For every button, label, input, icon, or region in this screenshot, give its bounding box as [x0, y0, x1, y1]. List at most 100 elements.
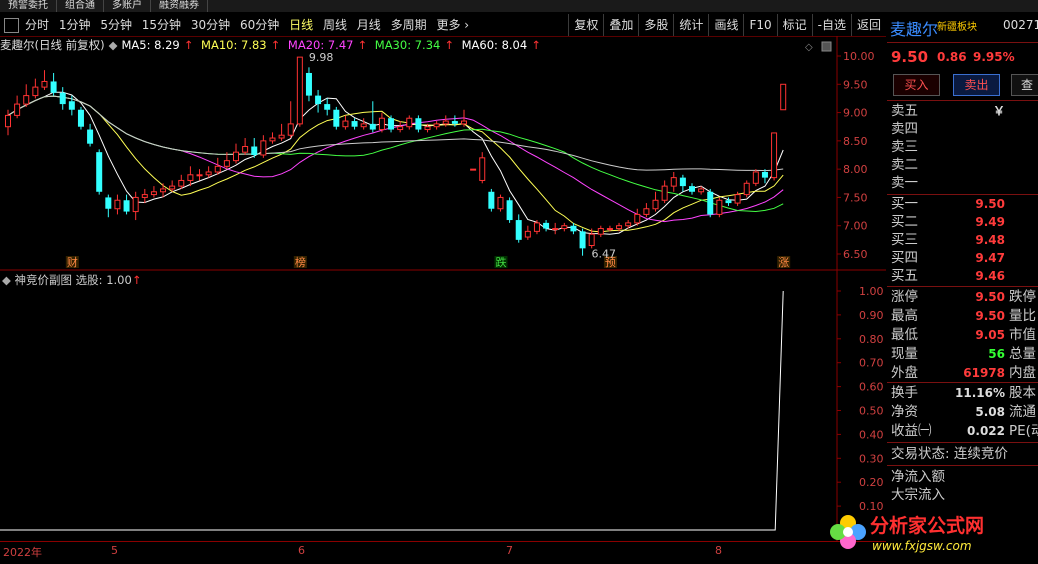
sub-toggle-icon[interactable]: ◆: [2, 273, 11, 287]
stat-row-right-label: 总量: [1009, 346, 1036, 362]
ma5-label: MA5: 8.29: [121, 38, 180, 52]
sub-axis: 1.000.900.800.700.600.500.400.300.200.10: [837, 285, 884, 513]
bid-row: 买五 9.46: [891, 267, 1005, 285]
candle-body: [716, 199, 723, 215]
sub-chart-header: ◆ 神竞价副图 选股: 1.00↑: [2, 272, 141, 288]
sub-tick-label: 0.20: [859, 476, 884, 489]
candle-body: [397, 126, 404, 131]
menu-margin[interactable]: 融资融券: [151, 0, 208, 12]
query-button[interactable]: 查: [1011, 74, 1038, 96]
candle-body: [351, 121, 358, 127]
tab-monthly[interactable]: 月线: [354, 14, 384, 36]
candle-body: [780, 83, 787, 111]
event-marker[interactable]: 财: [67, 255, 78, 269]
big-inflow-label: 大宗流入: [891, 487, 945, 503]
sub-tick-label: 0.60: [859, 381, 884, 394]
menu-alert-order[interactable]: 预警委托: [0, 0, 57, 12]
stock-block[interactable]: 新疆板块: [937, 18, 977, 33]
stat2-row: 净资 5.08 流通: [891, 403, 1036, 421]
candle-body: [698, 188, 705, 193]
candle-body: [543, 222, 550, 229]
tab-multi-period[interactable]: 多周期: [388, 14, 430, 36]
candle-body: [242, 146, 249, 153]
diamond-icon[interactable]: ◇: [805, 42, 813, 53]
ask-row-value: ￥: [992, 104, 1005, 118]
restore-rights-button[interactable]: 复权: [568, 14, 603, 36]
candle-body: [415, 118, 422, 130]
signal-path: [0, 290, 784, 531]
price-tick-label: 7.50: [843, 191, 868, 204]
candle-body: [114, 199, 121, 210]
kline-chart[interactable]: 10.00 9.50 9.00 8.50 8.00 7.50 7.00 6.50 1.00 0.…: [0, 36, 886, 541]
price-tick-label: 7.00: [843, 220, 868, 233]
candle-body: [616, 225, 623, 230]
candle-body: [169, 185, 176, 190]
multi-stock-button[interactable]: 多股: [638, 14, 673, 36]
tab-60min[interactable]: 60分钟: [237, 14, 282, 36]
logo-text: 分析家公式网: [870, 514, 984, 537]
ma30-label: MA30: 7.34: [374, 38, 441, 52]
ma10-label: MA10: 7.83: [201, 38, 267, 52]
chevron-icon[interactable]: ◆: [109, 38, 118, 52]
ask-row: 卖一: [891, 174, 918, 192]
bid-row-label: 买三: [891, 232, 918, 248]
panel-toggle-icon[interactable]: [4, 18, 19, 33]
candle-body: [14, 103, 21, 116]
candle-body: [251, 146, 258, 155]
ask-row-label: 卖二: [891, 157, 918, 173]
candle-body: [725, 200, 732, 204]
overlay-button[interactable]: 叠加: [603, 14, 638, 36]
f10-button[interactable]: F10: [743, 14, 776, 36]
tab-more[interactable]: 更多 ›: [433, 14, 472, 36]
candle-body: [287, 123, 294, 136]
tab-intraday[interactable]: 分时: [22, 14, 52, 36]
buy-button[interactable]: 买入: [893, 74, 940, 96]
tab-1min[interactable]: 1分钟: [56, 14, 94, 36]
sell-button[interactable]: 卖出: [953, 74, 1000, 96]
candle-body: [451, 121, 458, 124]
candle-body: [150, 191, 157, 196]
statistics-button[interactable]: 统计: [673, 14, 708, 36]
mark-button[interactable]: 标记: [776, 14, 812, 36]
event-marker[interactable]: 榜: [295, 255, 306, 269]
stat-row: 涨停 9.50 跌停: [891, 288, 1036, 306]
stat-row-value: 61978: [963, 366, 1005, 380]
high-annotation: 9.98: [309, 51, 334, 64]
tab-weekly[interactable]: 周线: [320, 14, 350, 36]
stat-row-right-label: 内盘: [1009, 365, 1036, 381]
sub-tick-label: 1.00: [859, 285, 884, 298]
stat-row: 现量 56 总量: [891, 345, 1036, 363]
tab-15min[interactable]: 15分钟: [139, 14, 184, 36]
back-button[interactable]: 返回: [850, 14, 886, 36]
logo-url: www.fxjgsw.com: [872, 539, 972, 553]
event-markers: 财榜跌预涨: [65, 255, 791, 269]
ask-row-label: 卖一: [891, 175, 918, 191]
menu-portfolio[interactable]: 组合通: [57, 0, 104, 12]
price-change: 0.86: [937, 50, 967, 64]
candle-body: [388, 118, 395, 130]
candle-body: [378, 117, 385, 131]
event-marker[interactable]: 涨: [778, 256, 789, 269]
sub-tick-label: 0.80: [859, 333, 884, 346]
window-control-icons: ◇: [805, 41, 832, 53]
stat-row-value: 9.50: [975, 290, 1005, 304]
draw-line-button[interactable]: 画线: [708, 14, 743, 36]
bid-row-label: 买四: [891, 250, 918, 266]
tab-30min[interactable]: 30分钟: [188, 14, 233, 36]
site-logo: 分析家公式网 www.fxjgsw.com: [830, 514, 984, 553]
candle-body: [652, 199, 659, 210]
stat2-row-value: 5.08: [975, 405, 1005, 419]
candle-body: [406, 117, 413, 128]
top-menu: 预警委托 组合通 多账户 融资融券: [0, 0, 1038, 12]
tab-daily[interactable]: 日线: [286, 14, 316, 36]
tab-5min[interactable]: 5分钟: [97, 14, 135, 36]
remove-favorite-button[interactable]: -自选: [811, 14, 851, 36]
maximize-icon[interactable]: [821, 41, 832, 52]
stat-row: 最低 9.05 市值: [891, 326, 1036, 344]
price-tick-label: 8.50: [843, 135, 868, 148]
candle-body: [77, 109, 84, 127]
event-marker[interactable]: 跌: [495, 255, 506, 269]
menu-multi-account[interactable]: 多账户: [104, 0, 151, 12]
candle-body: [625, 222, 632, 227]
candle-body: [752, 171, 759, 184]
